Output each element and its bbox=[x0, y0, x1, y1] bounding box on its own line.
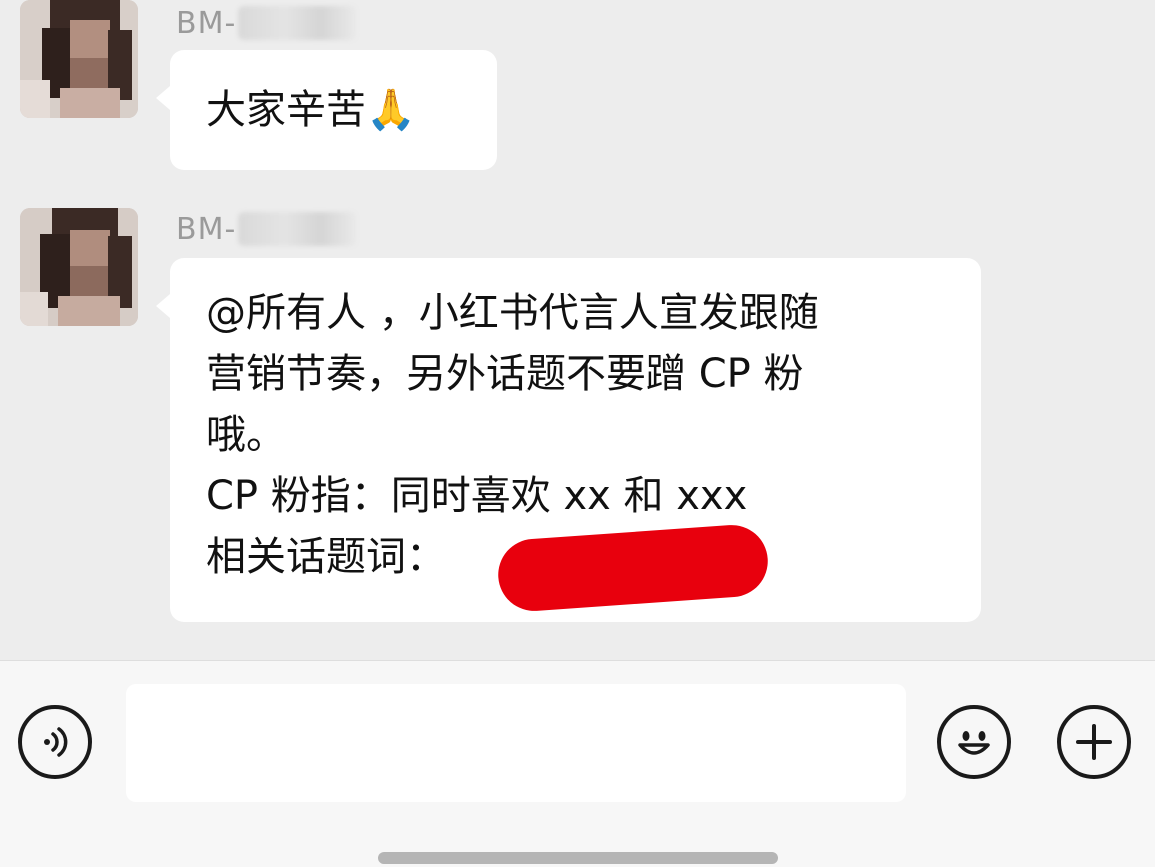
avatar[interactable] bbox=[20, 0, 138, 118]
message-bubble[interactable]: 大家辛苦🙏 bbox=[156, 50, 497, 170]
plus-icon bbox=[1076, 724, 1112, 760]
sender-name: BM- bbox=[176, 212, 237, 247]
sender-name: BM- bbox=[176, 6, 237, 41]
message-line: 营销节奏，另外话题不要蹭 CP 粉 bbox=[206, 351, 804, 397]
avatar[interactable] bbox=[20, 208, 138, 326]
home-indicator[interactable] bbox=[378, 852, 778, 864]
message-text: 大家辛苦🙏 bbox=[206, 87, 416, 133]
message-1: BM- 大家辛苦🙏 bbox=[0, 0, 1155, 180]
emoji-button[interactable] bbox=[937, 705, 1011, 779]
plus-button[interactable] bbox=[1057, 705, 1131, 779]
sender-name-blurred bbox=[238, 6, 356, 40]
emoji-icon bbox=[958, 731, 990, 755]
message-line: CP 粉指：同时喜欢 xx 和 xxx bbox=[206, 473, 748, 519]
message-input[interactable] bbox=[126, 684, 906, 802]
message-line: @所有人 ，小红书代言人宣发跟随 bbox=[206, 290, 819, 336]
voice-icon bbox=[44, 727, 68, 757]
sender-name-blurred bbox=[238, 212, 356, 246]
message-line: 哦。 bbox=[206, 412, 286, 458]
voice-button[interactable] bbox=[18, 705, 92, 779]
chat-area: BM- 大家辛苦🙏 BM- @所有人 ，小红书代言人宣发跟随 营销节奏，另外话题… bbox=[0, 0, 1155, 660]
